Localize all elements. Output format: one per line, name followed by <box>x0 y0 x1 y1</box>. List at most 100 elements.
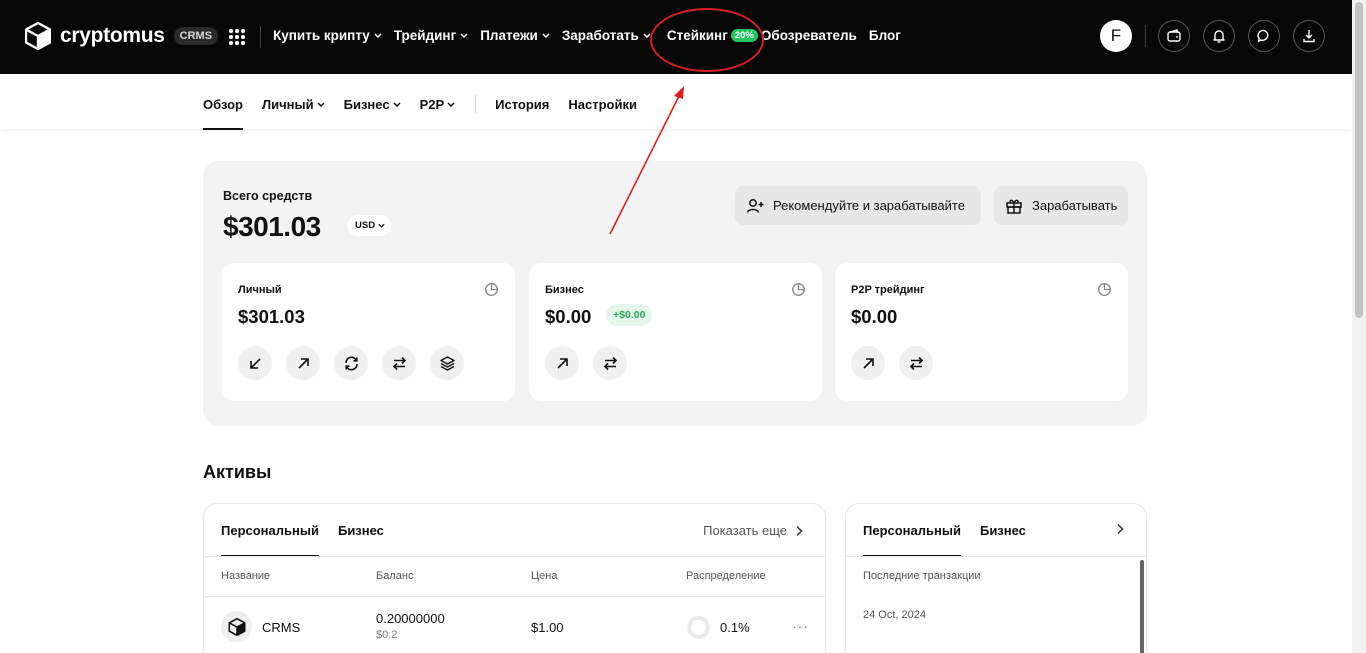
withdraw-button[interactable] <box>286 346 320 380</box>
avatar[interactable]: F <box>1100 20 1132 52</box>
chevron-down-icon <box>374 33 382 38</box>
subnav-label: Настройки <box>568 96 637 112</box>
nav-label: Трейдинг <box>393 28 457 43</box>
nav-payments[interactable]: Платежи <box>480 28 550 43</box>
nav-blog[interactable]: Блог <box>869 28 901 43</box>
subnav-label: P2P <box>419 96 445 112</box>
transactions-panel: Персональный Бизнес Последние транзакции… <box>845 503 1147 653</box>
wallet-button[interactable] <box>1158 20 1190 52</box>
asset-share: 0.1% <box>720 620 750 635</box>
subnav-business[interactable]: Бизнес <box>344 97 401 112</box>
asset-balance-usd: $0.2 <box>376 629 398 641</box>
annotation-circle <box>650 8 764 72</box>
subnav-label: Бизнес <box>343 96 390 112</box>
scrollbar-thumb[interactable] <box>1355 2 1363 318</box>
swap-arrows-icon <box>603 356 617 370</box>
assets-title: Активы <box>203 462 272 482</box>
asset-balance: 0.20000000 <box>376 611 445 626</box>
withdraw-button[interactable] <box>545 346 579 380</box>
swap-arrows-icon <box>909 356 923 370</box>
apps-grid-icon[interactable] <box>229 29 245 45</box>
subnav-p2p[interactable]: P2P <box>420 97 456 112</box>
brand-name: cryptomus <box>60 24 165 47</box>
card-label: P2P трейдинг <box>851 284 925 296</box>
transfer-button[interactable] <box>899 346 933 380</box>
distribution-ring <box>687 616 710 639</box>
chevron-right-icon[interactable] <box>1114 523 1126 535</box>
business-account-card[interactable]: Бизнес $0.00 +$0.00 <box>529 263 822 401</box>
subnav-overview[interactable]: Обзор <box>203 96 243 130</box>
tab-personal[interactable]: Персональный <box>221 523 319 557</box>
column-header-name: Название <box>221 570 271 582</box>
subnav-history[interactable]: История <box>495 97 549 112</box>
earn-button[interactable]: Зарабатывать <box>994 186 1128 225</box>
assets-table: Персональный Бизнес Показать еще Названи… <box>203 503 826 653</box>
currency-label: USD <box>355 220 376 231</box>
subnav-personal[interactable]: Личный <box>262 97 325 112</box>
subnav-settings[interactable]: Настройки <box>568 97 637 112</box>
refer-label: Рекомендуйте и зарабатывайте <box>773 198 965 213</box>
show-more-link[interactable]: Показать еще <box>703 523 805 538</box>
logo[interactable]: cryptomus CRMS <box>25 22 219 50</box>
nav-label: Блог <box>868 28 901 43</box>
crms-coin-icon <box>221 611 252 642</box>
withdraw-button[interactable] <box>851 346 885 380</box>
sub-navigation: Обзор Личный Бизнес P2P История Настройк… <box>0 74 1352 130</box>
change-badge: +$0.00 <box>606 304 653 326</box>
tab-business[interactable]: Бизнес <box>980 523 1026 538</box>
nav-buy-crypto[interactable]: Купить крипту <box>273 28 382 43</box>
chevron-down-icon <box>460 33 468 38</box>
refresh-icon <box>344 356 358 370</box>
tab-personal[interactable]: Персональный <box>863 523 961 557</box>
nav-label: Обозреватель <box>760 28 857 43</box>
chat-button[interactable] <box>1248 20 1280 52</box>
balance-panel: Всего средств $301.03 USD Рекомендуйте и… <box>203 161 1147 426</box>
chevron-down-icon <box>447 101 455 107</box>
swap-arrows-icon <box>392 356 406 370</box>
transaction-date: 24 Oct, 2024 <box>863 609 926 621</box>
refer-and-earn-button[interactable]: Рекомендуйте и зарабатывайте <box>735 186 981 225</box>
divider <box>204 596 825 597</box>
column-header-balance: Баланс <box>376 570 414 582</box>
brand-tag: CRMS <box>173 27 219 45</box>
subnav-label: История <box>495 96 550 112</box>
pie-chart-icon[interactable] <box>1097 282 1112 297</box>
chevron-down-icon <box>542 33 550 38</box>
convert-button[interactable] <box>334 346 368 380</box>
more-options-icon[interactable]: ··· <box>792 618 809 634</box>
card-label: Личный <box>238 284 282 296</box>
subnav-label: Обзор <box>203 96 243 112</box>
nav-earn[interactable]: Заработать <box>562 28 651 43</box>
transfer-button[interactable] <box>382 346 416 380</box>
divider <box>475 95 477 113</box>
download-icon <box>1303 30 1315 43</box>
tab-business[interactable]: Бизнес <box>338 523 384 538</box>
personal-account-card[interactable]: Личный $301.03 <box>222 263 515 401</box>
divider <box>846 556 1146 557</box>
arrow-up-right-icon <box>556 357 568 369</box>
column-header-distribution: Распределение <box>686 570 766 582</box>
p2p-account-card[interactable]: P2P трейдинг $0.00 <box>835 263 1128 401</box>
nav-explorer[interactable]: Обозреватель <box>761 28 857 43</box>
download-button[interactable] <box>1293 20 1325 52</box>
scrollbar[interactable] <box>1140 560 1144 653</box>
cube-logo-icon <box>25 22 51 50</box>
asset-name: CRMS <box>262 620 301 635</box>
asset-price: $1.00 <box>531 620 564 635</box>
staking-button[interactable] <box>430 346 464 380</box>
nav-label: Купить крипту <box>273 28 370 43</box>
transfer-button[interactable] <box>593 346 627 380</box>
currency-select[interactable]: USD <box>347 215 392 236</box>
card-label: Бизнес <box>545 284 584 296</box>
pie-chart-icon[interactable] <box>791 282 806 297</box>
nav-trading[interactable]: Трейдинг <box>394 28 468 43</box>
divider <box>1145 25 1146 47</box>
wallet-icon <box>1167 29 1181 42</box>
chevron-down-icon <box>378 223 385 228</box>
deposit-button[interactable] <box>238 346 272 380</box>
chevron-down-icon <box>393 101 401 107</box>
card-amount: $301.03 <box>238 306 305 327</box>
notifications-button[interactable] <box>1203 20 1235 52</box>
layers-icon <box>439 355 455 371</box>
pie-chart-icon[interactable] <box>484 282 499 297</box>
